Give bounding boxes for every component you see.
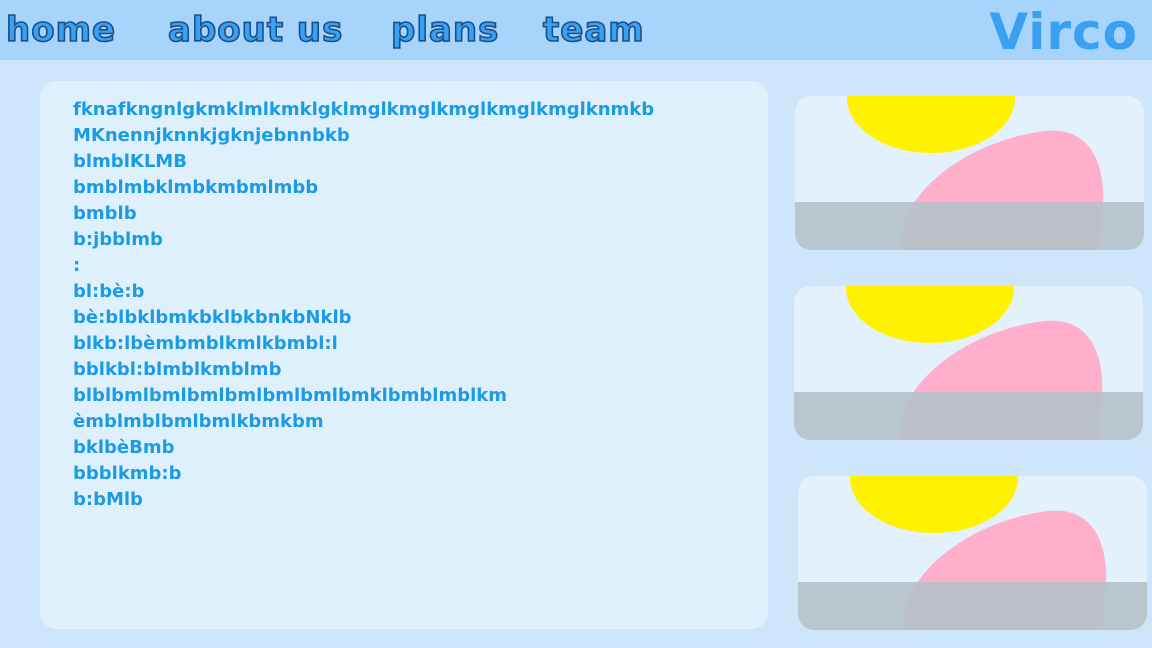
abstract-illustration: [795, 96, 1144, 250]
text-line: bbblkmb:b: [73, 463, 182, 484]
nav-link-team[interactable]: team: [542, 8, 645, 52]
nav-link-home[interactable]: home: [5, 8, 116, 52]
text-line: bblkbl:blmblkmblmb: [73, 359, 282, 380]
text-line: :: [73, 255, 81, 276]
text-line: fknafkngnlgkmklmlkmklgklmglkmglkmglkmglk…: [73, 99, 655, 120]
text-line: b:jbblmb: [73, 229, 163, 250]
image-card[interactable]: [798, 476, 1147, 630]
image-card[interactable]: [795, 96, 1144, 250]
main-content-panel: fknafkngnlgkmklmlkmklgklmglkmglkmglkmglk…: [40, 81, 768, 629]
nav-link-about-us[interactable]: about us: [167, 8, 343, 52]
text-line: bl:bè:b: [73, 281, 145, 302]
text-line: b:bMlb: [73, 489, 143, 510]
abstract-illustration: [798, 476, 1147, 630]
image-card[interactable]: [794, 286, 1143, 440]
text-line: blkb:lbèmbmblkmlkbmbl:l: [73, 333, 338, 354]
text-line: blblbmlbmlbmlbmlbmlbmlbmklbmblmblkm: [73, 385, 507, 406]
text-line: èmblmblbmlbmlkbmkbm: [73, 411, 324, 432]
top-navigation-bar: home about us plans team Virco: [0, 0, 1152, 61]
site-logo: Virco: [989, 3, 1138, 61]
abstract-illustration: [794, 286, 1143, 440]
text-line: bklbèBmb: [73, 437, 175, 458]
text-line: MKnennjknnkjgknjebnnbkb: [73, 125, 350, 146]
content-text: fknafkngnlgkmklmlkmklgklmglkmglkmglkmglk…: [73, 97, 654, 513]
nav-link-plans[interactable]: plans: [390, 8, 499, 52]
text-line: bmblb: [73, 203, 137, 224]
text-line: bè:blbklbmkbklbkbnkbNklb: [73, 307, 352, 328]
text-line: bmblmbklmbkmbmlmbb: [73, 177, 319, 198]
text-line: blmblKLMB: [73, 151, 187, 172]
